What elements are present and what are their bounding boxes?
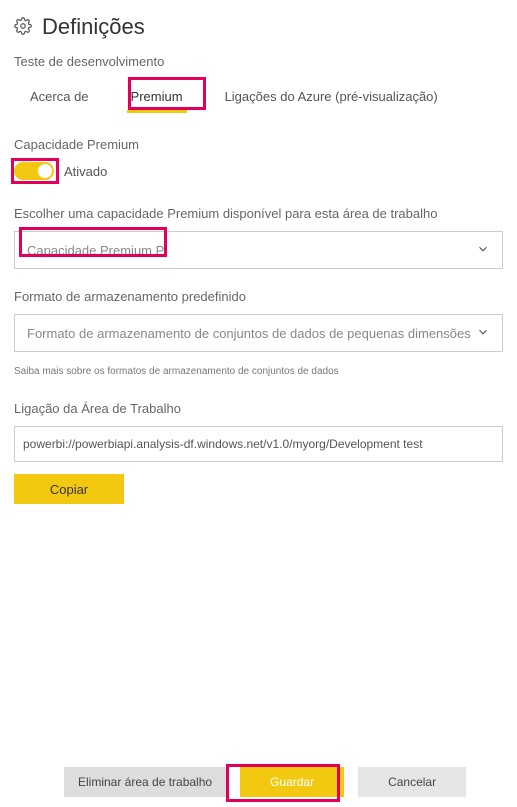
storage-label: Formato de armazenamento predefinido	[14, 289, 503, 304]
connection-label: Ligação da Área de Trabalho	[14, 401, 503, 416]
toggle-state-label: Ativado	[64, 164, 107, 179]
delete-workspace-button[interactable]: Eliminar área de trabalho	[64, 767, 226, 797]
storage-hint[interactable]: Saiba mais sobre os formatos de armazena…	[14, 366, 503, 377]
gear-icon	[14, 17, 32, 38]
tab-premium[interactable]: Premium	[127, 83, 187, 112]
capacity-select[interactable]: Capacidade Premium P	[14, 231, 503, 269]
tab-about[interactable]: Acerca de	[26, 83, 93, 112]
chevron-down-icon	[476, 242, 490, 259]
capacity-label: Capacidade Premium	[14, 137, 503, 152]
copy-button[interactable]: Copiar	[14, 474, 124, 504]
capacity-toggle[interactable]	[14, 162, 54, 180]
subtitle: Teste de desenvolvimento	[14, 54, 503, 69]
tab-bar: Acerca de Premium Ligações do Azure (pré…	[14, 83, 503, 113]
page-title: Definições	[42, 14, 145, 40]
connection-url[interactable]: powerbi://powerbiapi.analysis-df.windows…	[14, 426, 503, 462]
tab-azure[interactable]: Ligações do Azure (pré-visualização)	[221, 83, 442, 112]
storage-select[interactable]: Formato de armazenamento de conjuntos de…	[14, 314, 503, 352]
save-button[interactable]: Guardar	[240, 767, 344, 797]
toggle-knob	[38, 164, 52, 178]
footer: Eliminar área de trabalho Guardar Cancel…	[0, 767, 517, 797]
choose-capacity-label: Escolher uma capacidade Premium disponív…	[14, 206, 503, 221]
capacity-select-value: Capacidade Premium P	[27, 243, 476, 258]
cancel-button[interactable]: Cancelar	[358, 767, 466, 797]
chevron-down-icon	[476, 325, 490, 342]
storage-select-value: Formato de armazenamento de conjuntos de…	[27, 326, 476, 341]
